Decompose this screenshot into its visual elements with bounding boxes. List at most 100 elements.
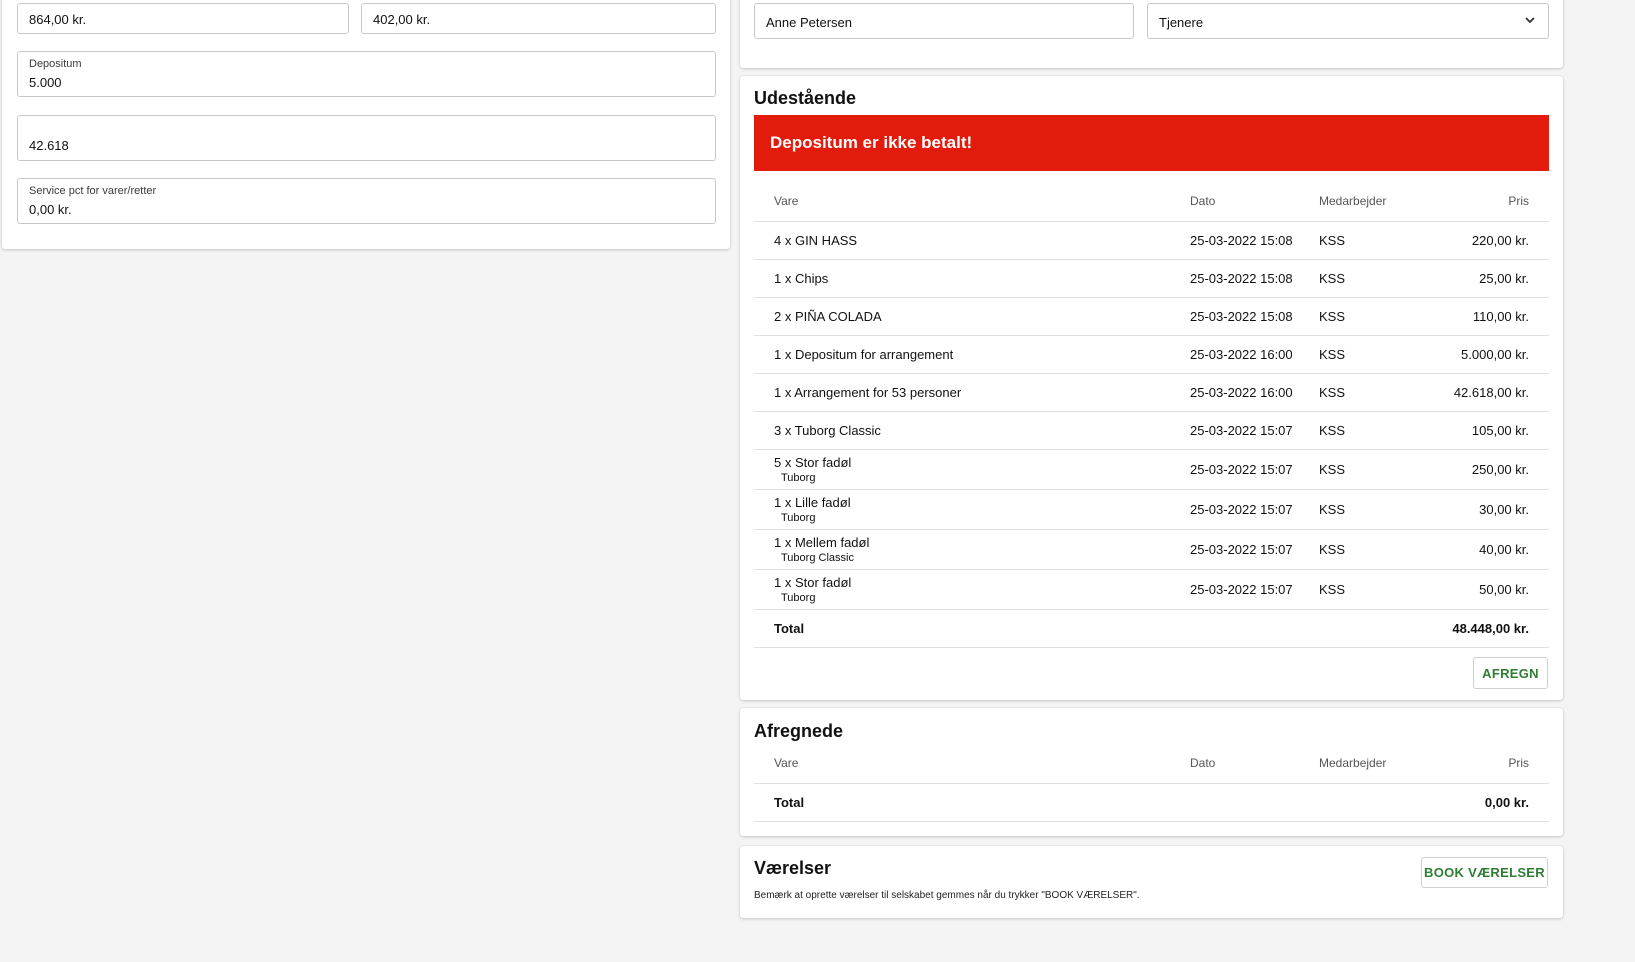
item-name: 1 x Stor fadøl <box>774 574 852 590</box>
amount-field-a[interactable]: 864,00 kr. <box>17 3 349 34</box>
udestaaende-card: Udestående Depositum er ikke betalt! Var… <box>740 76 1563 700</box>
name-input[interactable]: Anne Petersen <box>754 3 1134 39</box>
item-price: 250,00 kr. <box>1429 449 1549 490</box>
item-name-cell: 1 x Arrangement for 53 personer <box>754 373 1190 412</box>
item-date: 25-03-2022 15:08 <box>1190 297 1319 336</box>
depositum-label: Depositum <box>29 58 82 70</box>
role-select[interactable]: Tjenere <box>1147 3 1549 39</box>
item-price: 105,00 kr. <box>1429 411 1549 450</box>
table-row: 1 x Stor fadøl Tuborg 25-03-2022 15:07 KSS 5… <box>754 569 1549 610</box>
item-date: 25-03-2022 15:07 <box>1190 569 1319 610</box>
vaerelser-note: Bemærk at oprette værelser til selskabet… <box>754 890 1140 901</box>
col-header-vare: Vare <box>754 181 1190 222</box>
udestaaende-table: Vare Dato Medarbejder Pris 4 x GIN HASS 2… <box>754 181 1549 648</box>
item-employee: KSS <box>1319 449 1429 490</box>
item-name: 1 x Mellem fadøl <box>774 534 870 550</box>
item-date: 25-03-2022 16:00 <box>1190 335 1319 374</box>
item-name-cell: 1 x Mellem fadøl Tuborg Classic <box>754 529 1190 570</box>
item-name: 3 x Tuborg Classic <box>774 422 881 438</box>
item-name: 1 x Arrangement for 53 personer <box>774 384 962 400</box>
item-variant: Tuborg <box>781 471 816 484</box>
col-header-pris: Pris <box>1429 743 1549 784</box>
item-employee: KSS <box>1319 489 1429 530</box>
item-employee: KSS <box>1319 335 1429 374</box>
afregnede-title: Afregnede <box>754 721 844 741</box>
item-name: 4 x GIN HASS <box>774 232 858 248</box>
arrangement-amount-field[interactable]: 42.618 <box>17 115 716 161</box>
amount-field-b[interactable]: 402,00 kr. <box>361 3 716 34</box>
item-employee: KSS <box>1319 373 1429 412</box>
item-price: 50,00 kr. <box>1429 569 1549 610</box>
item-price: 30,00 kr. <box>1429 489 1549 530</box>
item-name-cell: 1 x Depositum for arrangement <box>754 335 1190 374</box>
item-name-cell: 1 x Stor fadøl Tuborg <box>754 569 1190 610</box>
item-name: 5 x Stor fadøl <box>774 454 852 470</box>
service-pct-label: Service pct for varer/retter <box>29 185 157 197</box>
item-name-cell: 1 x Chips <box>754 259 1190 298</box>
chevron-down-icon <box>1524 13 1536 31</box>
item-name: 1 x Chips <box>774 270 829 286</box>
col-header-dato: Dato <box>1190 743 1319 784</box>
name-input-value: Anne Petersen <box>766 15 853 30</box>
staff-card: Anne Petersen Tjenere <box>740 0 1563 68</box>
item-date: 25-03-2022 15:07 <box>1190 411 1319 450</box>
table-row: 1 x Chips 25-03-2022 15:08 KSS 25,00 kr. <box>754 259 1549 298</box>
item-name: 1 x Depositum for arrangement <box>774 346 954 362</box>
afregnede-card: Afregnede Vare Dato Medarbejder Pris Tot… <box>740 708 1563 836</box>
table-row: 1 x Lille fadøl Tuborg 25-03-2022 15:07 KSS… <box>754 489 1549 530</box>
depositum-field[interactable]: Depositum 5.000 <box>17 51 716 97</box>
afregn-button[interactable]: AFREGN <box>1473 657 1548 689</box>
table-row: 1 x Depositum for arrangement 25-03-2022 … <box>754 335 1549 374</box>
amount-field-a-value: 864,00 kr. <box>29 12 87 27</box>
col-header-medarbejder: Medarbejder <box>1319 743 1429 784</box>
item-name-cell: 2 x PIÑA COLADA <box>754 297 1190 336</box>
table-row: 1 x Arrangement for 53 personer 25-03-202… <box>754 373 1549 412</box>
item-date: 25-03-2022 15:08 <box>1190 259 1319 298</box>
total-label: Total <box>754 783 1190 822</box>
item-employee: KSS <box>1319 297 1429 336</box>
arrangement-amount-value: 42.618 <box>29 138 69 153</box>
item-price: 42.618,00 kr. <box>1429 373 1549 412</box>
item-date: 25-03-2022 15:07 <box>1190 449 1319 490</box>
item-name-cell: 1 x Lille fadøl Tuborg <box>754 489 1190 530</box>
item-name-cell: 3 x Tuborg Classic <box>754 411 1190 450</box>
item-variant: Tuborg <box>781 591 816 604</box>
table-row: 4 x GIN HASS 25-03-2022 15:08 KSS 220,00 kr… <box>754 221 1549 260</box>
item-name-cell: 4 x GIN HASS <box>754 221 1190 260</box>
table-row: 1 x Mellem fadøl Tuborg Classic 25-03-2022… <box>754 529 1549 570</box>
item-date: 25-03-2022 15:07 <box>1190 489 1319 530</box>
total-row: Total 0,00 kr. <box>754 783 1549 822</box>
col-header-vare: Vare <box>754 743 1190 784</box>
col-header-dato: Dato <box>1190 181 1319 222</box>
item-employee: KSS <box>1319 259 1429 298</box>
book-vaerelser-button[interactable]: BOOK VÆRELSER <box>1421 857 1548 888</box>
total-value: 0,00 kr. <box>1429 783 1549 822</box>
depositum-value: 5.000 <box>29 75 62 90</box>
vaerelser-title: Værelser <box>754 858 832 878</box>
afregnede-table: Vare Dato Medarbejder Pris Total 0,00 kr… <box>754 743 1549 822</box>
item-name: 1 x Lille fadøl <box>774 494 851 510</box>
deposit-unpaid-alert: Depositum er ikke betalt! <box>754 115 1549 171</box>
item-price: 40,00 kr. <box>1429 529 1549 570</box>
item-date: 25-03-2022 16:00 <box>1190 373 1319 412</box>
service-pct-value: 0,00 kr. <box>29 202 72 217</box>
role-select-value: Tjenere <box>1159 15 1204 30</box>
item-price: 110,00 kr. <box>1429 297 1549 336</box>
table-header-row: Vare Dato Medarbejder Pris <box>754 181 1549 222</box>
item-employee: KSS <box>1319 569 1429 610</box>
col-header-pris: Pris <box>1429 181 1549 222</box>
item-price: 5.000,00 kr. <box>1429 335 1549 374</box>
service-pct-field[interactable]: Service pct for varer/retter 0,00 kr. <box>17 178 716 224</box>
total-row: Total 48.448,00 kr. <box>754 609 1549 648</box>
item-employee: KSS <box>1319 221 1429 260</box>
item-variant: Tuborg <box>781 511 816 524</box>
item-date: 25-03-2022 15:08 <box>1190 221 1319 260</box>
item-price: 25,00 kr. <box>1429 259 1549 298</box>
udestaaende-title: Udestående <box>754 88 857 108</box>
left-panel-card: 864,00 kr. 402,00 kr. Depositum 5.000 42… <box>2 0 730 249</box>
item-name-cell: 5 x Stor fadøl Tuborg <box>754 449 1190 490</box>
table-row: 2 x PIÑA COLADA 25-03-2022 15:08 KSS 110,00… <box>754 297 1549 336</box>
item-variant: Tuborg Classic <box>781 551 854 564</box>
table-row: 3 x Tuborg Classic 25-03-2022 15:07 KSS 105… <box>754 411 1549 450</box>
item-name: 2 x PIÑA COLADA <box>774 308 882 324</box>
